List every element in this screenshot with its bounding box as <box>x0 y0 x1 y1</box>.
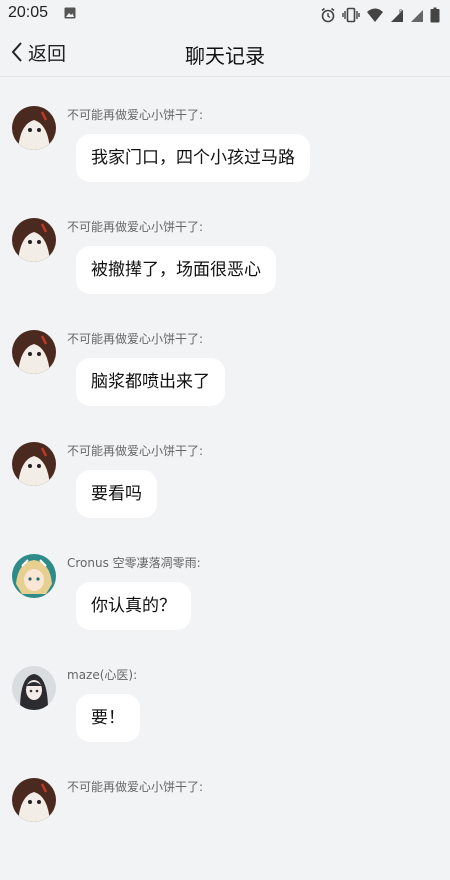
status-icons: R <box>320 5 440 25</box>
avatar[interactable] <box>12 666 56 710</box>
avatar[interactable] <box>12 442 56 486</box>
message-item: 不可能再做爱心小饼干了: 被撤撵了，场面很恶心 <box>0 208 450 320</box>
message-list[interactable]: 不可能再做爱心小饼干了: 我家门口，四个小孩过马路 不可能再做爱心小饼干了: 被… <box>0 96 450 880</box>
avatar-cronus-icon <box>12 554 56 598</box>
alarm-icon <box>321 7 335 23</box>
sender-name: 不可能再做爱心小饼干了: <box>67 108 204 122</box>
image-icon <box>64 7 76 19</box>
status-bar: 20:05 R <box>0 0 450 30</box>
sender-name: maze(心医): <box>67 668 138 682</box>
vibrate-icon <box>342 7 360 23</box>
sender-name: 不可能再做爱心小饼干了: <box>67 220 204 234</box>
avatar[interactable] <box>12 218 56 262</box>
wifi-icon <box>367 8 383 22</box>
message-item: 不可能再做爱心小饼干了: 脑浆都喷出来了 <box>0 320 450 432</box>
avatar-maze-icon <box>12 666 56 710</box>
avatar-cookie-icon <box>12 218 56 262</box>
avatar-cookie-icon <box>12 442 56 486</box>
message-bubble[interactable]: 要！ <box>76 694 140 742</box>
avatar-cookie-icon <box>12 778 56 822</box>
status-time: 20:05 <box>8 4 49 21</box>
message-bubble[interactable]: 我家门口，四个小孩过马路 <box>76 134 310 182</box>
message-item: 不可能再做爱心小饼干了: 我家门口，四个小孩过马路 <box>0 96 450 208</box>
signal-icon: R <box>391 9 403 22</box>
nav-bar: 返回 聊天记录 <box>0 30 450 77</box>
avatar[interactable] <box>12 554 56 598</box>
message-bubble[interactable]: 你认真的？ <box>76 582 191 630</box>
message-item: 不可能再做爱心小饼干了: <box>0 768 450 880</box>
battery-icon <box>430 7 440 23</box>
page-title: 聊天记录 <box>185 44 265 68</box>
avatar-cookie-icon <box>12 330 56 374</box>
message-item: Cronus 空零凄落凋零雨: 你认真的？ <box>0 544 450 656</box>
message-bubble[interactable]: 被撤撵了，场面很恶心 <box>76 246 276 294</box>
sender-name: 不可能再做爱心小饼干了: <box>67 780 204 794</box>
sender-name: 不可能再做爱心小饼干了: <box>67 444 204 458</box>
message-item: maze(心医): 要！ <box>0 656 450 768</box>
message-bubble[interactable]: 脑浆都喷出来了 <box>76 358 225 406</box>
avatar[interactable] <box>12 778 56 822</box>
svg-text:R: R <box>399 9 403 16</box>
message-bubble[interactable]: 要看吗 <box>76 470 157 518</box>
avatar-cookie-icon <box>12 106 56 150</box>
avatar[interactable] <box>12 330 56 374</box>
sender-name: Cronus 空零凄落凋零雨: <box>67 556 201 570</box>
sender-name: 不可能再做爱心小饼干了: <box>67 332 204 346</box>
message-item: 不可能再做爱心小饼干了: 要看吗 <box>0 432 450 544</box>
avatar[interactable] <box>12 106 56 150</box>
signal-icon <box>411 10 423 22</box>
